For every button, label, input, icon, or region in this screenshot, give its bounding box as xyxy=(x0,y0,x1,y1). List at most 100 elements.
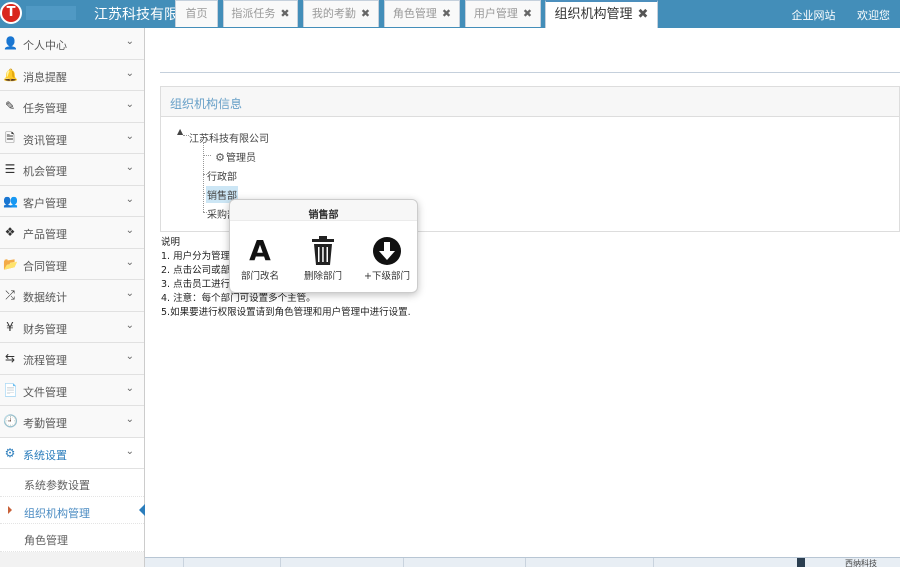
sidebar-item-label: 系统设置 xyxy=(23,448,67,462)
trash-icon xyxy=(293,234,353,268)
close-icon[interactable]: ✖ xyxy=(638,7,649,22)
sidebar-item-label: 产品管理 xyxy=(23,228,67,241)
notes-line: 5.如果要进行权限设置请到角色管理和用户管理中进行设置. xyxy=(161,307,411,318)
sidebar-item-files[interactable]: 📄 文件管理 ⌄ xyxy=(0,374,144,406)
close-icon[interactable]: ✖ xyxy=(442,7,451,20)
tab-user-management[interactable]: 用户管理 ✖ xyxy=(465,0,541,27)
tab-home[interactable]: 首页 xyxy=(175,0,218,27)
sidebar-item-label: 任务管理 xyxy=(23,102,67,115)
bell-icon: 🔔 xyxy=(3,67,18,82)
retweet-icon: ⇆ xyxy=(4,351,16,365)
tab-label: 指派任务 xyxy=(231,7,276,20)
action-label: 部门改名 xyxy=(240,271,279,282)
taskbar: 西纳科技 xyxy=(145,557,900,567)
logo-subtitle-graphic xyxy=(26,6,76,20)
sidebar-item-system-settings[interactable]: ⚙ 系统设置 ⌄ xyxy=(0,437,144,469)
arrow-circle-down-icon xyxy=(357,234,417,268)
welcome-user-link[interactable]: 欢迎您 xyxy=(857,9,890,22)
sidebar-item-workflow[interactable]: ⇆ 流程管理 ⌄ xyxy=(0,343,144,375)
sidebar-item-label: 资讯管理 xyxy=(23,133,67,147)
chevron-down-icon: ⌄ xyxy=(125,319,134,331)
sidebar-item-label: 客户管理 xyxy=(23,196,67,210)
chevron-down-icon: ⌄ xyxy=(125,67,134,79)
tab-label: 我的考勤 xyxy=(311,7,356,20)
close-icon[interactable]: ✖ xyxy=(280,7,289,20)
chevron-down-icon: ⌄ xyxy=(125,130,134,142)
dropbox-icon: ❖ xyxy=(4,225,16,239)
sidebar-subitem-system-params[interactable]: 系统参数设置 xyxy=(0,469,144,497)
chevron-down-icon: ⌄ xyxy=(125,382,134,394)
popover-title: 销售部 xyxy=(230,200,417,221)
sidebar-subitem-label: 角色管理 xyxy=(24,534,68,547)
gear-icon: ⚙ xyxy=(215,151,225,164)
sidebar-item-finance[interactable]: ¥ 财务管理 ⌄ xyxy=(0,311,144,343)
sidebar-item-label: 文件管理 xyxy=(23,385,67,399)
tab-label: 用户管理 xyxy=(473,7,518,20)
clock-icon: 🕘 xyxy=(3,414,18,428)
chevron-down-icon: ⌄ xyxy=(125,99,134,110)
active-pointer-icon xyxy=(139,503,145,516)
sidebar-item-personal-center[interactable]: 👤 个人中心 ⌄ xyxy=(0,28,144,60)
user-icon: 👤 xyxy=(3,36,18,50)
tree-node-admin[interactable]: ⚙管理员 xyxy=(214,149,256,165)
rename-dept-button[interactable]: A 部门改名 xyxy=(230,234,290,282)
sidebar-item-label: 机会管理 xyxy=(23,165,67,178)
sidebar-item-news[interactable]: 🗎 资讯管理 ⌄ xyxy=(0,122,144,154)
gear-icon: ⚙ xyxy=(4,445,16,460)
chevron-down-icon: ⌄ xyxy=(125,193,134,205)
taskbar-trailing-text[interactable]: 西纳科技 xyxy=(845,558,877,567)
add-subdept-button[interactable]: +下级部门 xyxy=(357,234,417,282)
list-icon: ☰ xyxy=(4,162,16,176)
action-label: +下级部门 xyxy=(364,271,410,282)
font-icon: A xyxy=(249,234,271,267)
chevron-down-icon: ⌄ xyxy=(125,162,134,173)
tree-node-admin-dept[interactable]: 行政部 xyxy=(207,168,237,183)
sidebar-item-label: 流程管理 xyxy=(23,354,67,367)
enterprise-site-link[interactable]: 企业网站 xyxy=(792,9,836,22)
sidebar-item-opportunities[interactable]: ☰ 机会管理 ⌄ xyxy=(0,154,144,186)
sidebar-item-messages[interactable]: 🔔 消息提醒 ⌄ xyxy=(0,59,144,91)
shuffle-icon: ⤮ xyxy=(5,288,15,302)
sidebar-item-products[interactable]: ❖ 产品管理 ⌄ xyxy=(0,217,144,249)
close-icon[interactable]: ✖ xyxy=(523,7,532,20)
document-icon: 🗎 xyxy=(5,130,15,145)
chevron-down-icon: ⌄ xyxy=(125,414,134,425)
chevron-down-icon: ⌄ xyxy=(125,225,134,236)
dept-action-popover: 销售部 A 部门改名 删除部门 +下级部门 xyxy=(229,199,418,293)
edit-icon: ✎ xyxy=(4,99,16,113)
sidebar-item-label: 个人中心 xyxy=(23,39,67,52)
sidebar-item-label: 数据统计 xyxy=(23,291,67,304)
sidebar-item-customers[interactable]: 👥 客户管理 ⌄ xyxy=(0,185,144,217)
sidebar-subitem-org-management[interactable]: 组织机构管理 xyxy=(0,496,145,524)
sidebar-subitem-label: 系统参数设置 xyxy=(24,479,90,492)
sidebar-item-attendance[interactable]: 🕘 考勤管理 ⌄ xyxy=(0,406,144,438)
tree-node-root[interactable]: 江苏科技有限公司 xyxy=(189,130,269,145)
delete-dept-button[interactable]: 删除部门 xyxy=(293,234,353,282)
sidebar-item-label: 合同管理 xyxy=(23,259,67,273)
taskbar-divider xyxy=(797,558,805,567)
yen-icon: ¥ xyxy=(6,319,14,334)
tab-role-management[interactable]: 角色管理 ✖ xyxy=(384,0,460,27)
tab-label: 首页 xyxy=(185,7,208,20)
sidebar-item-contracts[interactable]: 📂 合同管理 ⌄ xyxy=(0,248,144,280)
tab-org-management[interactable]: 组织机构管理 ✖ xyxy=(545,0,658,28)
tab-assign-task[interactable]: 指派任务 ✖ xyxy=(223,0,298,27)
chevron-down-icon: ⌄ xyxy=(125,36,134,47)
company-logo[interactable] xyxy=(0,2,22,24)
close-icon[interactable]: ✖ xyxy=(361,7,370,20)
header-links: 企业网站 欢迎您 xyxy=(774,7,891,23)
file-icon: 📄 xyxy=(3,382,18,397)
sidebar-item-tasks[interactable]: ✎ 任务管理 ⌄ xyxy=(0,91,144,123)
tab-baseline xyxy=(160,72,900,73)
chevron-down-icon: ⌄ xyxy=(125,288,134,299)
action-label: 删除部门 xyxy=(303,271,342,282)
sidebar-subitem-role-management[interactable]: 角色管理 xyxy=(0,524,144,552)
sidebar-item-statistics[interactable]: ⤮ 数据统计 ⌄ xyxy=(0,280,144,312)
tab-label: 组织机构管理 xyxy=(554,7,633,22)
sidebar-subitem-label: 组织机构管理 xyxy=(24,506,90,520)
tab-my-attendance[interactable]: 我的考勤 ✖ xyxy=(303,0,379,27)
sidebar-item-label: 财务管理 xyxy=(23,322,67,336)
tab-label: 角色管理 xyxy=(392,7,437,20)
panel-title: 组织机构信息 xyxy=(161,87,899,117)
sidebar: 👤 个人中心 ⌄ 🔔 消息提醒 ⌄ ✎ 任务管理 ⌄ 🗎 资讯管理 ⌄ ☰ 机会… xyxy=(0,28,145,567)
